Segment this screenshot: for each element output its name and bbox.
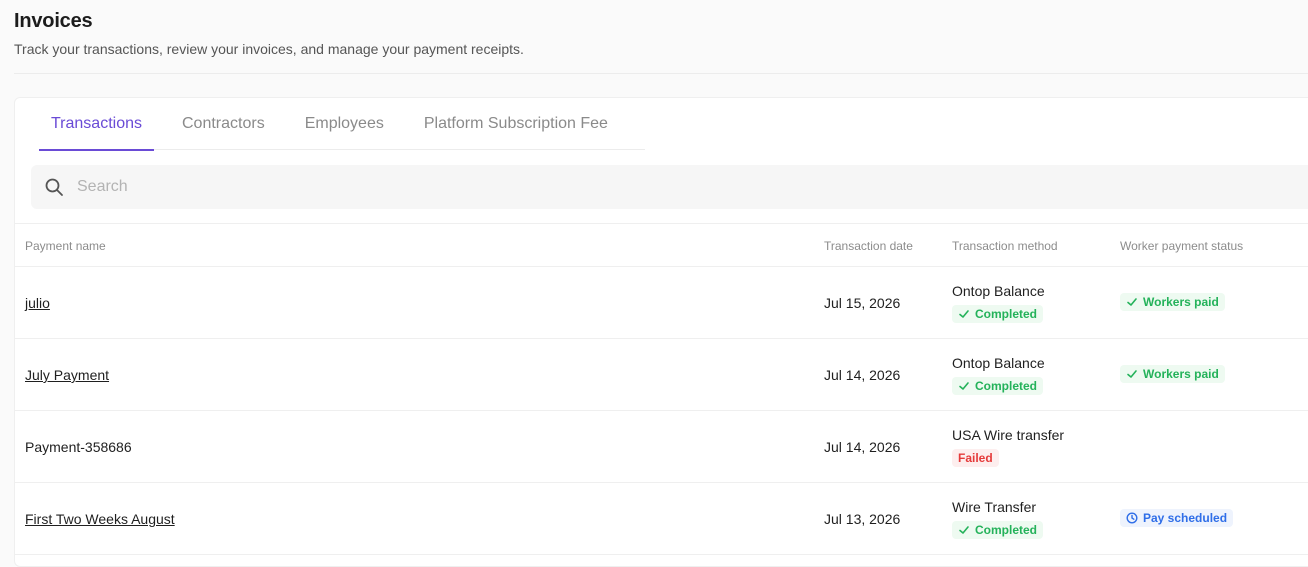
check-icon xyxy=(1127,370,1137,378)
page-header: Invoices Track your transactions, review… xyxy=(14,10,524,57)
header-divider xyxy=(14,73,1308,74)
table-header: Payment name Transaction date Transactio… xyxy=(15,223,1308,267)
payment-name-link[interactable]: July Payment xyxy=(25,367,109,383)
table-row[interactable]: julio Jul 15, 2026 Ontop Balance Complet… xyxy=(15,267,1308,339)
table-row[interactable]: July Payment Jul 14, 2026 Ontop Balance … xyxy=(15,339,1308,411)
status-badge: Workers paid xyxy=(1120,293,1225,311)
transaction-method: Ontop Balance Completed xyxy=(952,283,1045,325)
transaction-date: Jul 15, 2026 xyxy=(824,295,901,311)
method-name: Ontop Balance xyxy=(952,283,1045,299)
payment-name: Payment-358686 xyxy=(25,439,132,455)
column-header-transaction-method[interactable]: Transaction method xyxy=(952,239,1058,253)
check-icon xyxy=(1127,298,1137,306)
status-badge: Pay scheduled xyxy=(1120,509,1234,527)
method-name: Wire Transfer xyxy=(952,499,1037,515)
worker-payment-status: Workers paid xyxy=(1120,365,1225,385)
method-name: USA Wire transfer xyxy=(952,427,1065,443)
status-badge-label: Completed xyxy=(975,379,1038,393)
payment-name-link[interactable]: julio xyxy=(25,295,50,311)
status-badge: Failed xyxy=(952,449,999,467)
tab-contractors[interactable]: Contractors xyxy=(170,98,277,150)
table-row[interactable]: First Two Weeks August Jul 13, 2026 Wire… xyxy=(15,483,1308,555)
transaction-method: USA Wire transfer Failed xyxy=(952,427,1064,467)
transaction-method: Ontop Balance Completed xyxy=(952,355,1045,397)
tab-bar: Transactions Contractors Employees Platf… xyxy=(39,98,645,151)
status-badge-label: Workers paid xyxy=(1143,367,1219,381)
payment-name-link[interactable]: First Two Weeks August xyxy=(25,511,175,527)
invoices-card: Transactions Contractors Employees Platf… xyxy=(14,97,1308,567)
transactions-table: Payment name Transaction date Transactio… xyxy=(15,223,1308,555)
status-badge-label: Failed xyxy=(958,451,993,465)
page-title: Invoices xyxy=(14,10,93,32)
check-icon xyxy=(959,382,969,390)
transaction-date: Jul 14, 2026 xyxy=(824,439,901,455)
status-badge-label: Workers paid xyxy=(1143,295,1219,309)
clock-icon xyxy=(1126,512,1138,524)
transaction-date: Jul 13, 2026 xyxy=(824,511,901,527)
status-badge-label: Completed xyxy=(975,523,1038,537)
status-badge-label: Completed xyxy=(975,307,1038,321)
status-badge: Completed xyxy=(952,377,1044,395)
search-input[interactable] xyxy=(77,178,1077,196)
search-bar xyxy=(31,165,1308,209)
worker-payment-status: Pay scheduled xyxy=(1120,509,1234,529)
check-icon xyxy=(959,310,969,318)
tab-platform-subscription-fee[interactable]: Platform Subscription Fee xyxy=(412,98,620,150)
status-badge: Workers paid xyxy=(1120,365,1225,383)
column-header-payment-name[interactable]: Payment name xyxy=(25,239,106,253)
status-badge-label: Pay scheduled xyxy=(1143,511,1228,525)
tab-transactions[interactable]: Transactions xyxy=(39,98,154,151)
status-badge: Completed xyxy=(952,305,1044,323)
check-icon xyxy=(959,526,969,534)
page-subtitle: Track your transactions, review your inv… xyxy=(14,41,524,57)
status-badge: Completed xyxy=(952,521,1044,539)
worker-payment-status: Workers paid xyxy=(1120,293,1225,313)
table-row[interactable]: Payment-358686 Jul 14, 2026 USA Wire tra… xyxy=(15,411,1308,483)
search-icon xyxy=(45,178,63,196)
tab-employees[interactable]: Employees xyxy=(293,98,396,150)
method-name: Ontop Balance xyxy=(952,355,1045,371)
column-header-transaction-date[interactable]: Transaction date xyxy=(824,239,913,253)
column-header-worker-payment-status[interactable]: Worker payment status xyxy=(1120,239,1243,253)
transaction-date: Jul 14, 2026 xyxy=(824,367,901,383)
transaction-method: Wire Transfer Completed xyxy=(952,499,1044,541)
